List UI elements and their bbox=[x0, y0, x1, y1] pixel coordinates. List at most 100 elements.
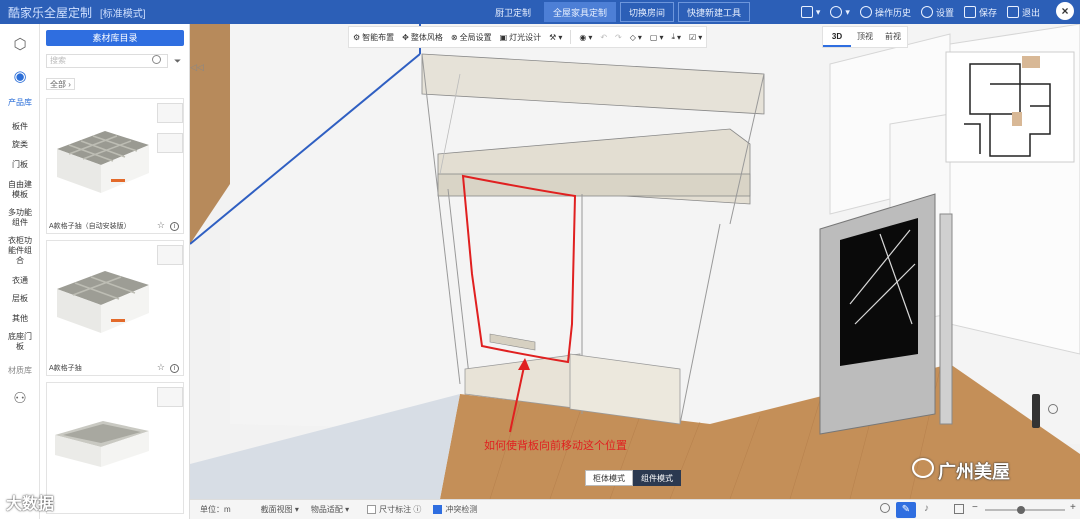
tab-top-view[interactable]: 顶视 bbox=[851, 27, 879, 47]
switch-room-button[interactable]: 切换房间 bbox=[620, 2, 675, 22]
component-mode-button[interactable]: 组件模式 bbox=[633, 470, 681, 486]
file-icon bbox=[800, 6, 813, 18]
variant-thumb[interactable] bbox=[157, 387, 183, 407]
tab-front-view[interactable]: 前视 bbox=[879, 27, 907, 47]
top-tabs: 厨卫定制 全屋家具定制 切换房间 快捷新建工具 bbox=[486, 2, 751, 22]
side-drawer-handle[interactable] bbox=[1032, 394, 1040, 428]
tray-drawer-thumbnail bbox=[55, 421, 149, 467]
smart-layout-button[interactable]: ⚙ 智能布置 bbox=[353, 32, 394, 43]
app-mode: [标准模式] bbox=[100, 8, 146, 20]
settings-circle-icon[interactable] bbox=[880, 503, 890, 513]
variant-thumb[interactable] bbox=[157, 103, 183, 123]
wrench-icon: ⚒ bbox=[549, 32, 557, 42]
zoom-search-icon[interactable] bbox=[1048, 404, 1058, 414]
quick-tools-button[interactable]: 快捷新建工具 bbox=[678, 2, 751, 22]
checklist-icon: ☑ bbox=[689, 32, 697, 42]
user-icon[interactable]: ⚇ bbox=[11, 390, 29, 408]
download-icon: ⤓ bbox=[671, 32, 676, 41]
section-view-label: 截面视图 bbox=[260, 505, 293, 514]
product-lib-label[interactable]: 产品库 bbox=[2, 98, 38, 108]
mic-icon[interactable]: ♪ bbox=[924, 503, 929, 514]
tab-kitchen[interactable]: 厨卫定制 bbox=[486, 2, 540, 22]
lighting-button[interactable]: ▣ 灯光设计 bbox=[500, 32, 542, 43]
save-file-menu[interactable]: ▾ bbox=[800, 6, 820, 18]
zoom-in-icon[interactable]: + bbox=[1070, 502, 1076, 513]
catalog-button[interactable]: 素材库目录 bbox=[46, 30, 184, 46]
checkbox[interactable] bbox=[367, 505, 377, 515]
undo-button[interactable]: ↶ bbox=[600, 33, 607, 42]
unit-select[interactable]: 单位：m bbox=[200, 504, 231, 515]
section-view-select[interactable]: 截面视图 ▾ bbox=[261, 504, 299, 515]
rail-cat-free-model[interactable]: 自由建模板 bbox=[5, 180, 35, 200]
product-card[interactable] bbox=[46, 382, 184, 514]
dimension-toggle[interactable]: 尺寸标注 ⓘ bbox=[367, 504, 421, 515]
collision-label: 冲突检测 bbox=[445, 505, 478, 514]
view-tabs: 3D 顶视 前视 bbox=[822, 26, 908, 48]
rail-cat-board[interactable]: 板件 bbox=[2, 122, 38, 132]
search-icon[interactable] bbox=[152, 55, 161, 64]
visibility-menu[interactable]: ◉ ▾ bbox=[579, 33, 592, 42]
lighting-icon: ▣ bbox=[499, 32, 508, 42]
smart-icon: ⚙ bbox=[353, 32, 361, 42]
exit-icon bbox=[1006, 6, 1019, 18]
settings-button[interactable]: 设置 bbox=[920, 6, 954, 19]
close-icon[interactable]: × bbox=[1056, 2, 1074, 20]
undo-icon: ↶ bbox=[600, 32, 608, 42]
eraser-menu[interactable]: ◇ ▾ bbox=[630, 33, 642, 42]
rail-cat-rail[interactable]: 衣通 bbox=[2, 276, 38, 286]
material-lib-label[interactable]: 材质库 bbox=[2, 366, 38, 376]
search-input[interactable]: 搜索 bbox=[46, 54, 168, 68]
info-icon[interactable]: i bbox=[170, 222, 179, 231]
star-icon[interactable]: ☆ bbox=[157, 220, 165, 231]
zoom-out-icon[interactable]: − bbox=[972, 502, 978, 513]
help-menu[interactable]: ▾ bbox=[830, 6, 850, 18]
cube-icon[interactable]: ⬡ bbox=[11, 36, 29, 54]
top-header: 酷家乐全屋定制 [标准模式] 厨卫定制 全屋家具定制 切换房间 快捷新建工具 ▾… bbox=[0, 0, 1080, 24]
tab-whole-house[interactable]: 全屋家具定制 bbox=[544, 2, 617, 22]
rail-cat-shelf[interactable]: 层板 bbox=[2, 294, 38, 304]
product-lib-icon[interactable]: ◉ bbox=[11, 68, 29, 86]
variant-thumb[interactable] bbox=[157, 133, 183, 153]
zoom-slider-knob[interactable] bbox=[1017, 506, 1026, 514]
rail-cat-multi[interactable]: 多功能组件 bbox=[5, 208, 35, 228]
zoom-slider[interactable] bbox=[985, 506, 1065, 514]
3d-viewport[interactable]: ◁◁ ⚙ 智能布置 ✥ 整体风格 ⊗ 全局设置 ▣ 灯光设计 ⚒ ▾ ◉ ▾ ↶ ↷ ◇ ▾ … bbox=[190, 24, 1080, 499]
rail-cat-base-door[interactable]: 底座门板 bbox=[5, 332, 35, 352]
tools-menu[interactable]: ⚒ ▾ bbox=[549, 33, 562, 42]
copy-menu[interactable]: ▢ ▾ bbox=[650, 33, 664, 42]
collapse-panel-icon[interactable]: ◁◁ bbox=[190, 60, 204, 74]
check-menu[interactable]: ☑ ▾ bbox=[689, 33, 702, 42]
eraser-icon: ◇ bbox=[629, 32, 636, 42]
history-label: 操作历史 bbox=[874, 7, 911, 18]
exit-button[interactable]: 退出 bbox=[1006, 6, 1040, 19]
star-icon[interactable]: ☆ bbox=[157, 362, 165, 373]
tab-3d[interactable]: 3D bbox=[823, 27, 851, 47]
help-icon bbox=[830, 6, 843, 18]
global-icon: ⊗ bbox=[450, 32, 458, 42]
rail-cat-other[interactable]: 其他 bbox=[2, 314, 38, 324]
history-button[interactable]: 操作历史 bbox=[859, 6, 911, 19]
dimension-label: 尺寸标注 bbox=[379, 505, 412, 514]
rail-cat-knob[interactable]: 旋类 bbox=[2, 140, 38, 150]
variant-thumb[interactable] bbox=[157, 245, 183, 265]
fit-view-icon[interactable] bbox=[954, 504, 964, 514]
download-menu[interactable]: ⤓ ▾ bbox=[671, 32, 681, 42]
checkbox[interactable] bbox=[433, 505, 443, 515]
global-settings-button[interactable]: ⊗ 全局设置 bbox=[451, 32, 492, 43]
breadcrumb[interactable]: 全部 › bbox=[46, 78, 75, 90]
rail-cat-door[interactable]: 门板 bbox=[2, 160, 38, 170]
item-fit-select[interactable]: 物品适配 ▾ bbox=[311, 504, 349, 515]
redo-button[interactable]: ↷ bbox=[615, 33, 622, 42]
product-card[interactable]: A款格子抽（自动安装版） ☆ i bbox=[46, 98, 184, 234]
eye-icon: ◉ bbox=[579, 32, 587, 42]
product-card[interactable]: A款格子抽 ☆ i bbox=[46, 240, 184, 376]
rail-cat-wardrobe[interactable]: 衣柜功能件组合 bbox=[5, 236, 35, 266]
cabinet-mode-button[interactable]: 柜体模式 bbox=[585, 470, 633, 486]
brush-tool-button[interactable]: ✎ bbox=[896, 502, 916, 518]
save-button[interactable]: 保存 bbox=[963, 6, 997, 19]
collision-toggle[interactable]: 冲突检测 bbox=[433, 504, 477, 515]
filter-icon[interactable]: ⏷ bbox=[174, 56, 181, 67]
style-button[interactable]: ✥ 整体风格 bbox=[402, 32, 443, 43]
status-bar: 单位：m 截面视图 ▾ 物品适配 ▾ 尺寸标注 ⓘ 冲突检测 ✎ ♪ − + bbox=[190, 499, 1080, 519]
info-icon[interactable]: i bbox=[170, 364, 179, 373]
